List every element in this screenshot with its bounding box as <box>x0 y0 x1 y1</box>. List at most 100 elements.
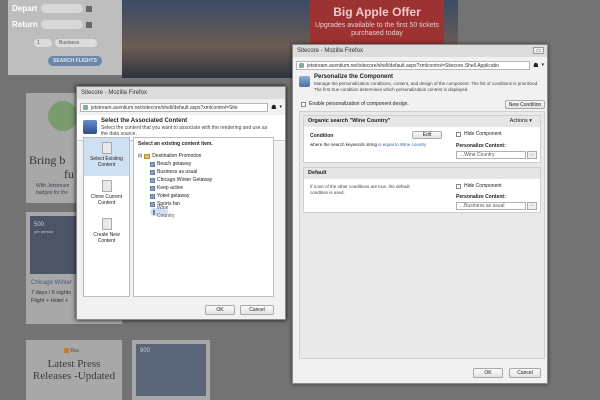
tree-item-label: Yoket getaway <box>157 193 190 199</box>
item-icon <box>150 161 155 167</box>
deal-card[interactable]: 900 <box>132 340 210 400</box>
hide-component-checkbox[interactable] <box>456 183 461 189</box>
personalize-window: Sitecore - Mozilla Firefox ▭ jetstream.a… <box>292 44 548 384</box>
ok-button[interactable]: OK <box>205 305 235 315</box>
press-title: Latest Press Releases -Updated <box>32 358 116 382</box>
hide-component-checkbox[interactable] <box>456 131 461 137</box>
option-label: Select Existing Content <box>90 156 123 168</box>
depart-label: Depart <box>12 4 38 13</box>
card-line2: Flight + Hotel + <box>31 298 69 304</box>
edit-condition-button[interactable]: Edit <box>412 131 442 139</box>
browse-icon[interactable]: … <box>527 202 537 210</box>
create-new-content-option[interactable]: Create New Content <box>84 214 129 252</box>
tree-item-selected[interactable]: Wine Country <box>150 205 175 219</box>
dropdown-icon[interactable]: ▾ <box>279 104 282 110</box>
condition-rule-default: Default If none of the other conditions … <box>303 167 541 213</box>
jetstream-link[interactable]: With Jetstream <box>36 183 69 189</box>
new-condition-button[interactable]: New Condition <box>505 100 545 109</box>
depart-row: Depart <box>12 4 92 13</box>
content-value: ...Wine Country <box>460 152 495 158</box>
search-flights-button[interactable]: SEARCH FLIGHTS <box>48 56 102 66</box>
tree-caption: Select an existing content item. <box>138 141 213 147</box>
clone-current-content-option[interactable]: Clone Current Content <box>84 176 129 214</box>
dropdown-icon[interactable]: ▾ <box>541 62 544 68</box>
tree-item-label: Chicago Winter Getaway <box>157 177 213 183</box>
class-select[interactable]: Business <box>55 39 97 47</box>
actions-menu[interactable]: Actions ▾ <box>510 116 532 127</box>
passengers-select[interactable]: 1 <box>34 39 52 47</box>
ok-button[interactable]: OK <box>473 368 503 378</box>
rss-label: Rss <box>70 348 80 354</box>
return-input[interactable] <box>41 20 83 29</box>
hide-component-label: Hide Component <box>464 131 502 137</box>
conditions-list: Organic search "Wine Country" Actions ▾ … <box>299 111 545 359</box>
flight-search-form: Depart Return 1 Business SEARCH FLIGHTS <box>8 0 122 75</box>
tree-item[interactable]: Beach getaway <box>150 160 269 168</box>
personalize-content-label: Personalize Content: <box>456 194 506 200</box>
condition-text-prefix: where the search keywords string <box>310 142 378 147</box>
url-bar: jetstream.acentium.net/sitecore/shell/de… <box>80 101 282 113</box>
window-title: Sitecore - Mozilla Firefox <box>81 90 148 96</box>
cancel-button[interactable]: Cancel <box>509 368 541 378</box>
window-titlebar: Sitecore - Mozilla Firefox ▭ <box>293 45 547 57</box>
url-field[interactable]: jetstream.acentium.net/sitecore/shell/de… <box>80 102 269 112</box>
folder-icon <box>144 153 151 159</box>
tree-item-label: Wine Country <box>157 205 175 219</box>
puzzle-icon[interactable]: ☗ <box>533 62 538 69</box>
rule-title: Organic search "Wine Country" <box>308 118 391 124</box>
item-icon <box>150 169 155 175</box>
url-field[interactable]: jetstream.acentium.net/sitecore/shell/de… <box>296 60 531 70</box>
depart-input[interactable] <box>41 4 83 13</box>
associated-content-dialog: Sitecore - Mozilla Firefox jetstream.ace… <box>76 86 286 320</box>
condition-rule-wine-country: Organic search "Wine Country" Actions ▾ … <box>303 115 541 163</box>
enable-personalization-checkbox[interactable] <box>301 101 306 107</box>
puzzle-icon[interactable]: ☗ <box>271 104 276 111</box>
dialog-heading: Select the Associated Content <box>101 118 188 124</box>
rss-link[interactable]: Rss <box>64 348 79 354</box>
collapse-icon[interactable]: ⊟ <box>138 152 142 160</box>
dialog-description: Manage the personalization conditions, c… <box>314 81 539 92</box>
offer-title: Big Apple Offer <box>333 5 421 19</box>
select-existing-content-option[interactable]: Select Existing Content <box>84 138 129 176</box>
price-value: 900 <box>140 348 151 354</box>
tree-children: Beach getaway Business as usual Chicago … <box>138 160 269 219</box>
tree-item[interactable]: Yoket getaway <box>150 192 269 200</box>
default-condition-text: If none of the other conditions are true… <box>310 184 410 195</box>
personalize-content-field[interactable]: ...Business as usual … <box>456 202 537 210</box>
browse-icon[interactable]: … <box>527 151 537 159</box>
restore-icon[interactable]: ▭ <box>533 47 544 54</box>
item-icon <box>150 185 155 191</box>
card-line1: 7 days / 6 nights <box>31 290 72 296</box>
new-document-icon <box>101 218 112 230</box>
item-icon <box>150 201 155 207</box>
price-unit: per person <box>34 229 54 234</box>
tree-item[interactable]: Chicago Winter Getaway <box>150 176 269 184</box>
condition-rule-link[interactable]: is equal to Wine country <box>378 142 426 147</box>
dialog-description: Select the content that you want to asso… <box>101 125 268 137</box>
calendar-icon[interactable] <box>86 21 92 28</box>
content-icon <box>83 120 97 134</box>
hide-component-row: Hide Component <box>456 131 502 137</box>
price-value: 500 <box>34 222 45 228</box>
dialog-header: Personalize the Component Manage the per… <box>293 73 547 95</box>
badge-icon <box>48 101 78 131</box>
options-row: 1 Business <box>34 39 97 47</box>
tree-root-label: Destination Promotion <box>152 153 202 159</box>
tree-item[interactable]: Business as usual <box>150 168 269 176</box>
actions-label: Actions <box>509 118 528 124</box>
dialog-heading: Personalize the Component <box>314 74 394 80</box>
content-tree-pane: Select an existing content item. ⊟ Desti… <box>133 137 274 297</box>
cancel-button[interactable]: Cancel <box>240 305 274 315</box>
rule-header: Organic search "Wine Country" Actions ▾ <box>304 116 540 127</box>
condition-label: Condition <box>310 133 334 139</box>
personalize-content-field[interactable]: ...Wine Country … <box>456 151 537 159</box>
tree-item[interactable]: Keep active <box>150 184 269 192</box>
calendar-icon[interactable] <box>86 5 92 12</box>
hide-component-row: Hide Component <box>456 183 502 189</box>
card-sub-text: badges for the <box>36 190 68 196</box>
rss-icon <box>64 348 69 354</box>
tree-root[interactable]: ⊟ Destination Promotion <box>138 152 269 160</box>
big-apple-offer-banner[interactable]: Big Apple Offer Upgrades available to th… <box>310 0 444 48</box>
card-title[interactable]: Chicago Winter <box>31 280 72 286</box>
card-title-line1: Bring b <box>29 153 66 167</box>
